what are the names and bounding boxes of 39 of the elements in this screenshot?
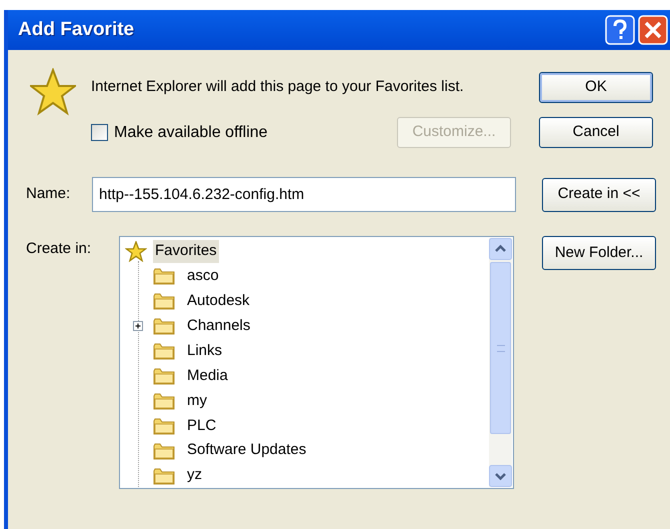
folder-icon	[153, 392, 175, 410]
folder-icon	[153, 342, 175, 360]
checkbox[interactable]	[91, 124, 108, 141]
folder-icon	[153, 292, 175, 310]
tree-item[interactable]: PLC	[185, 414, 218, 438]
scroll-down-icon[interactable]	[489, 465, 512, 487]
dialog-button[interactable]: Cancel	[539, 117, 653, 148]
message-text: Internet Explorer will add this page to your Favorites list.	[91, 77, 464, 98]
tree-item[interactable]: Media	[185, 364, 230, 388]
create-in-button[interactable]: Create in <<	[542, 178, 656, 212]
name-label: Name:	[26, 184, 72, 204]
scroll-up-icon[interactable]	[489, 238, 512, 260]
tree-item[interactable]: Channels	[185, 314, 252, 338]
tree-item[interactable]: Autodesk	[185, 290, 252, 313]
star-icon	[30, 68, 76, 116]
folder-icon	[153, 317, 175, 336]
checkbox-label[interactable]: Make available offline	[114, 120, 268, 144]
new-folder-button[interactable]: New Folder...	[542, 236, 656, 270]
expand-icon[interactable]	[133, 321, 143, 332]
tree-item[interactable]: Favorites	[153, 240, 219, 263]
tree-item[interactable]: Software Updates	[185, 439, 308, 462]
help-icon[interactable]	[605, 15, 635, 45]
folder-icon	[153, 267, 175, 286]
folder-icon	[153, 466, 175, 485]
window-title: Add Favorite	[18, 18, 134, 42]
scroll-thumb[interactable]	[490, 262, 511, 434]
close-icon[interactable]	[638, 15, 668, 45]
tree-item[interactable]: asco	[185, 265, 221, 288]
name-field[interactable]: http--155.104.6.232-config.htm	[92, 177, 516, 212]
folder-icon	[153, 442, 175, 460]
tree-item[interactable]: Links	[185, 340, 224, 362]
tree-item[interactable]: my	[185, 390, 209, 412]
folder-icon	[153, 416, 175, 435]
folder-icon	[153, 366, 175, 385]
tree-item[interactable]: yz	[185, 464, 204, 487]
dialog-button[interactable]: OK	[539, 72, 653, 103]
star-icon	[125, 240, 147, 262]
scrollbar[interactable]	[489, 238, 512, 487]
create-in-label: Create in:	[26, 239, 92, 259]
